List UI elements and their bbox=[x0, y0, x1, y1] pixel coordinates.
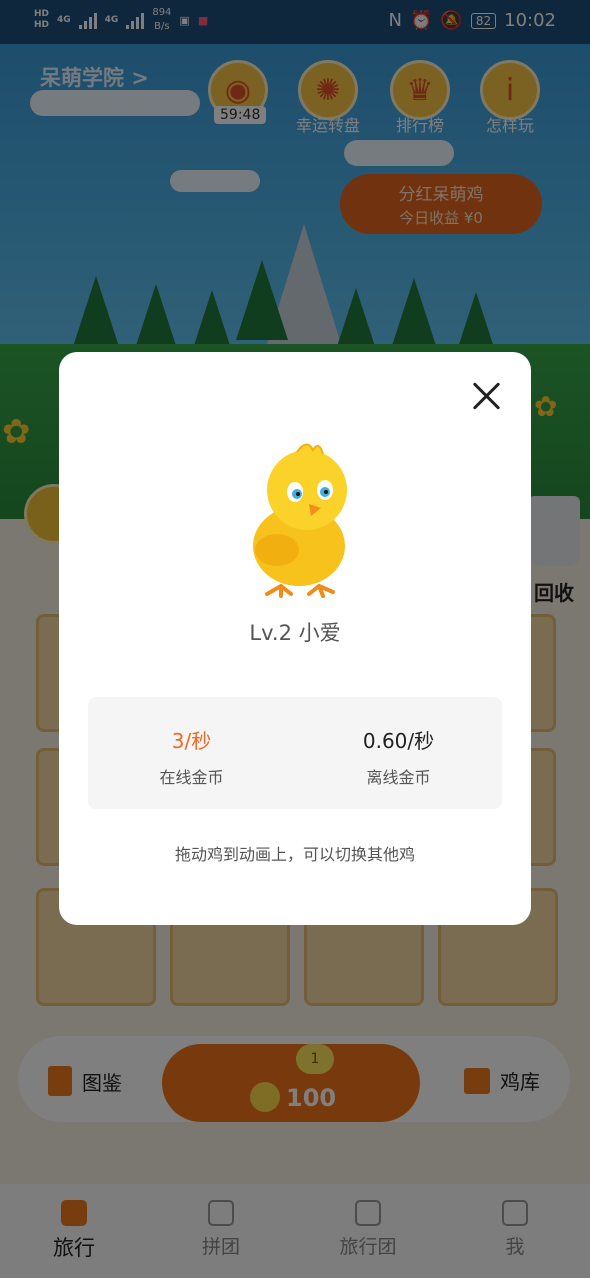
offline-coins-value: 0.60/秒 bbox=[362, 729, 435, 753]
offline-coins-stat: 0.60/秒 离线金币 bbox=[295, 725, 502, 788]
switch-hint: 拖动鸡到动画上，可以切换其他鸡 bbox=[174, 845, 415, 864]
offline-coins-label: 离线金币 bbox=[366, 768, 431, 787]
chicken-detail-dialog: Lv.2 小爱 3/秒 在线金币 0.60/秒 离线金币 拖动鸡到动画上，可以切… bbox=[59, 352, 531, 925]
online-coins-stat: 3/秒 在线金币 bbox=[88, 725, 295, 788]
online-coins-value: 3/秒 bbox=[171, 729, 212, 753]
close-icon[interactable] bbox=[471, 380, 503, 412]
earnings-stats: 3/秒 在线金币 0.60/秒 离线金币 bbox=[88, 697, 502, 809]
chick-name: Lv.2 小爱 bbox=[249, 621, 341, 645]
chick-illustration bbox=[253, 443, 347, 598]
online-coins-label: 在线金币 bbox=[159, 768, 224, 787]
